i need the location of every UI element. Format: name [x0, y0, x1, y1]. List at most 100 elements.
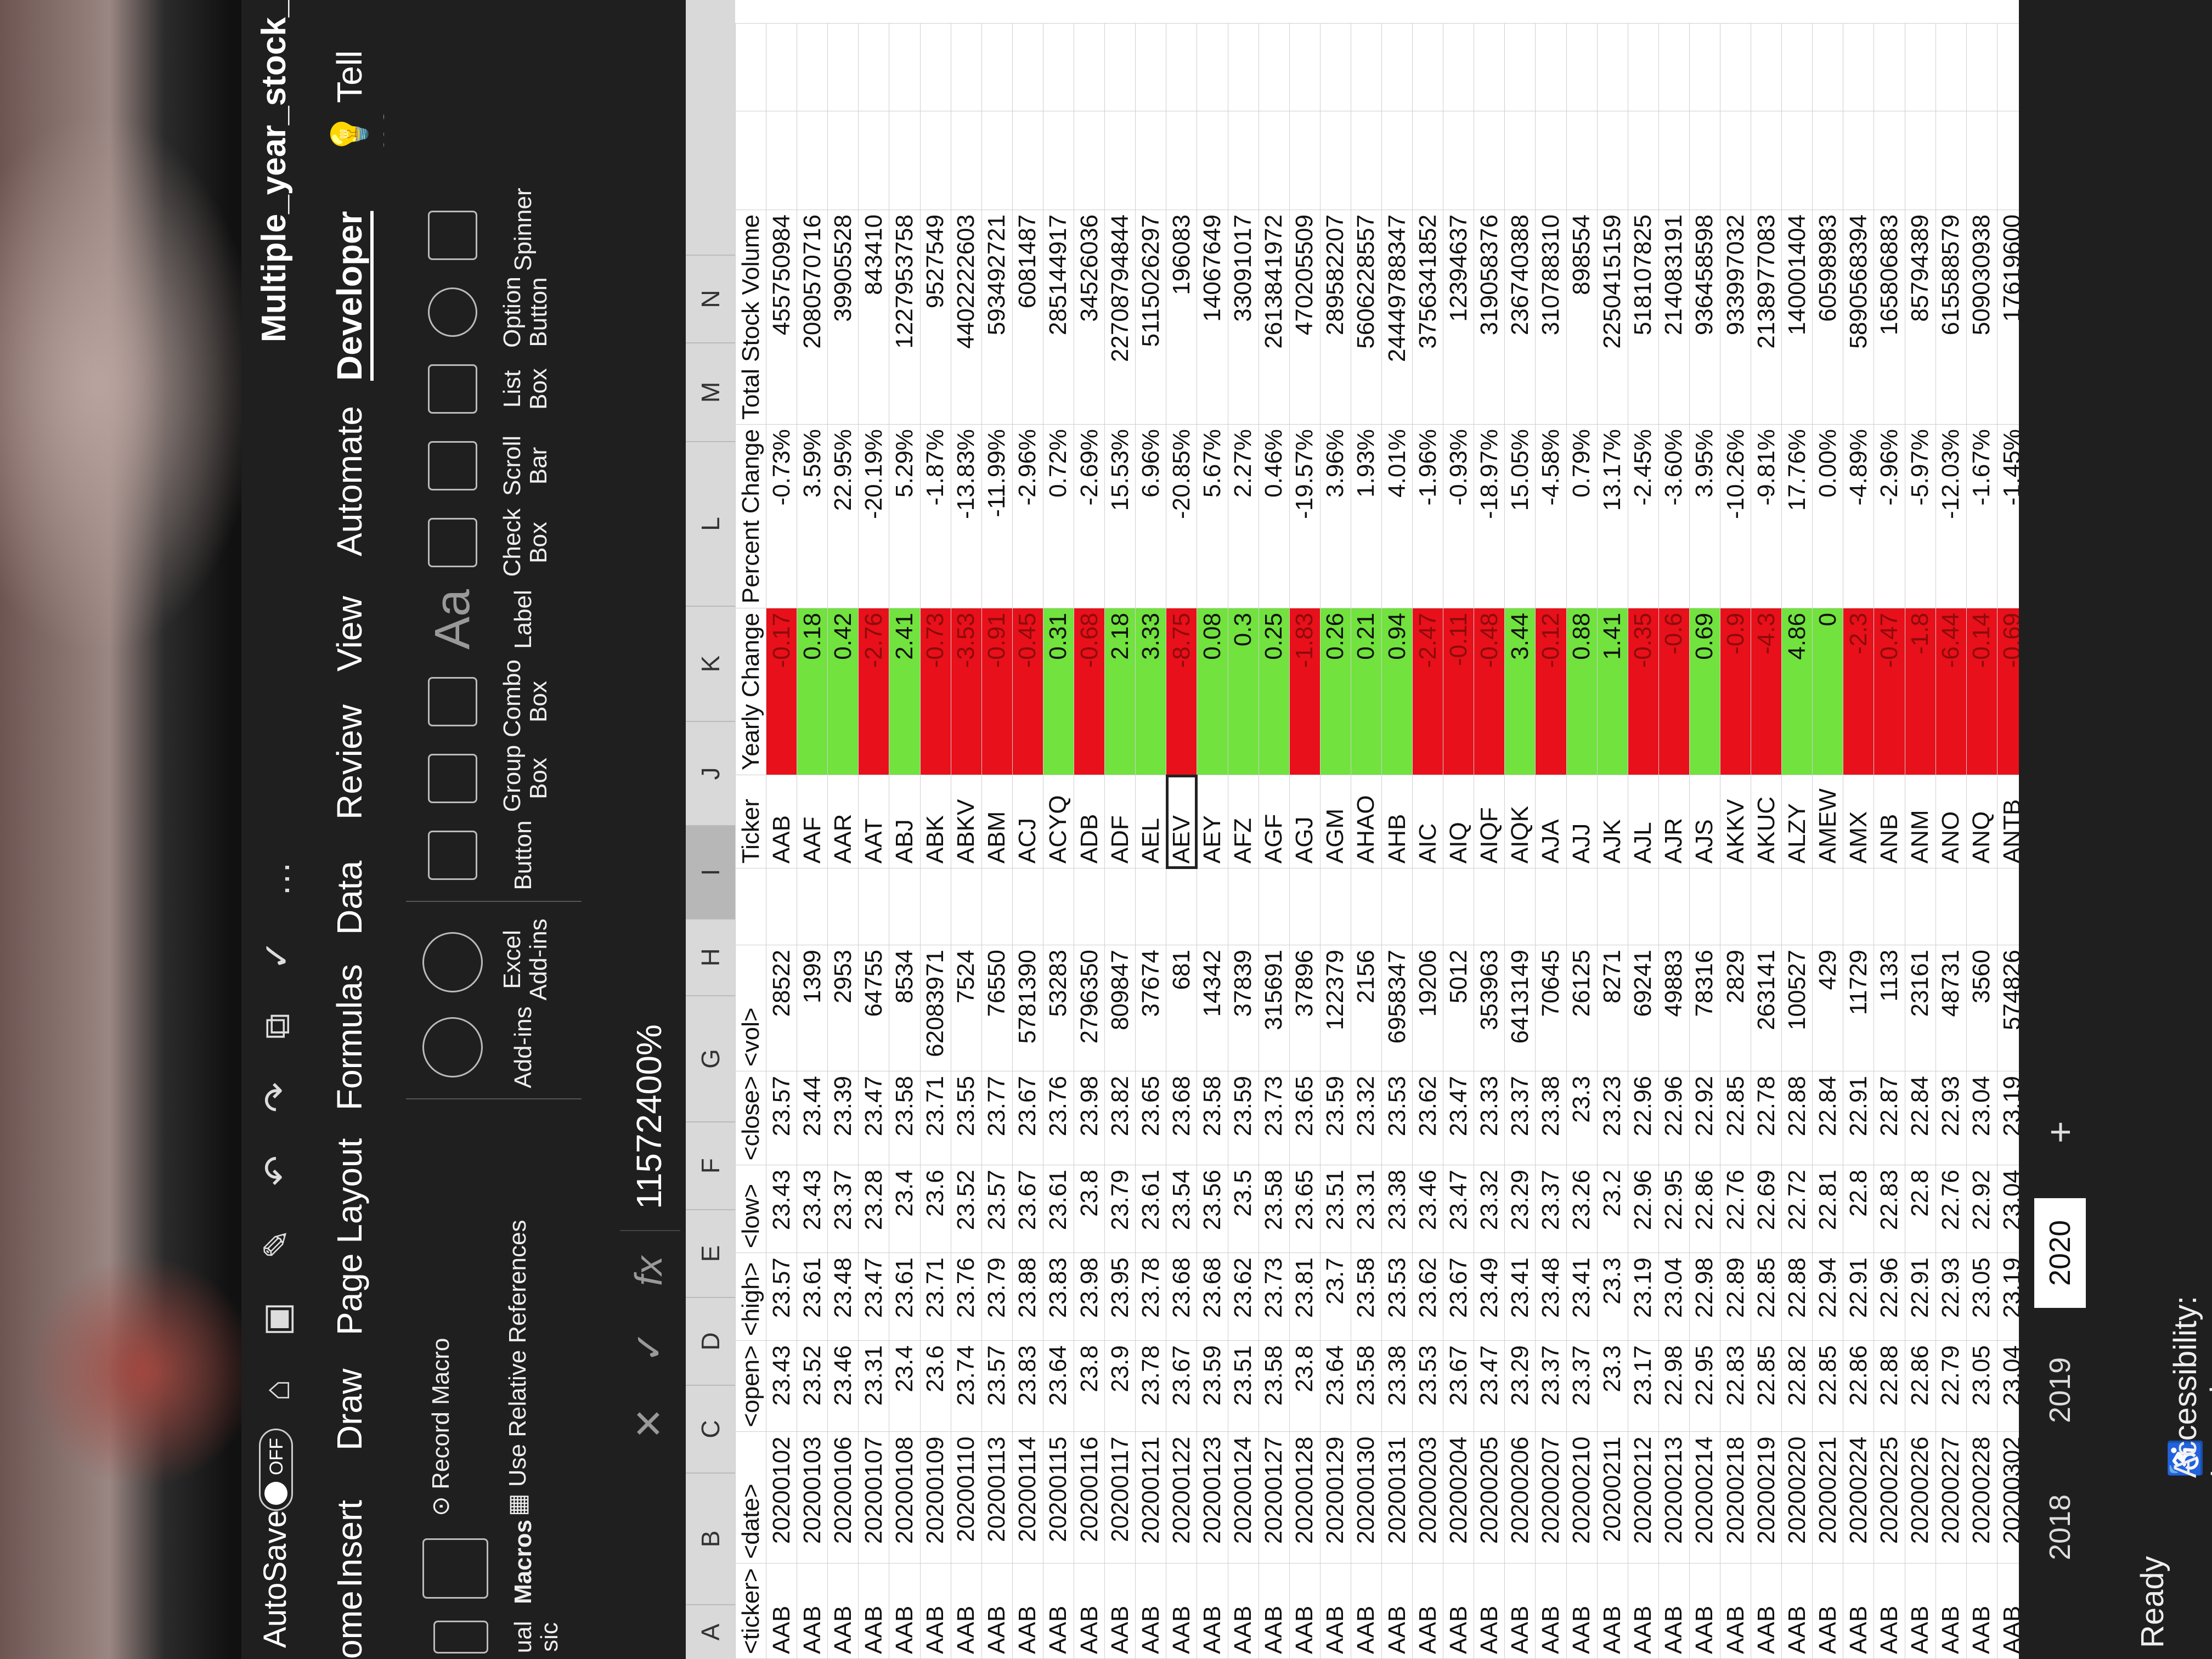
cell[interactable]	[920, 868, 951, 945]
cell[interactable]	[981, 111, 1013, 210]
cell[interactable]: -13.83%	[951, 424, 982, 608]
cell[interactable]	[1812, 111, 1843, 210]
cell[interactable]	[1504, 111, 1536, 210]
cell[interactable]: 2156	[1351, 945, 1382, 1071]
cell[interactable]: 23.29	[1504, 1165, 1536, 1253]
cell[interactable]: 1.41	[1597, 608, 1628, 775]
cell[interactable]: 2613841972	[1259, 210, 1290, 425]
cell[interactable]: 23.43	[797, 1165, 828, 1253]
cell[interactable]: 22.92	[1689, 1071, 1720, 1165]
cell[interactable]: 23.62	[1228, 1252, 1259, 1341]
cell[interactable]: 0.94	[1381, 608, 1413, 775]
scroll-bar-control[interactable]: Scroll Bar	[499, 430, 552, 501]
cell[interactable]: 48731	[1936, 945, 1967, 1071]
cell[interactable]: 23.32	[1474, 1165, 1505, 1253]
cell[interactable]	[1074, 868, 1105, 945]
cell[interactable]	[1012, 868, 1043, 945]
cell[interactable]: 933997032	[1720, 210, 1751, 425]
cell[interactable]	[1720, 868, 1751, 945]
cell[interactable]: 23.8	[1074, 1165, 1105, 1253]
cell[interactable]: 15.53%	[1104, 424, 1136, 608]
excel-add-ins-button[interactable]: Excel Add-ins	[499, 918, 552, 1001]
cell[interactable]: 23.47	[1443, 1165, 1474, 1253]
cell[interactable]: 23.53	[1412, 1340, 1443, 1432]
cell[interactable]: 23.79	[1104, 1165, 1136, 1253]
cell[interactable]	[1781, 111, 1813, 210]
column-header-g[interactable]: G	[686, 995, 735, 1121]
cell[interactable]	[1936, 23, 1967, 111]
cell[interactable]: 23.37	[1566, 1340, 1598, 1432]
cell[interactable]: AEL	[1135, 775, 1166, 868]
cell[interactable]: 809847	[1104, 945, 1136, 1071]
cell[interactable]: Yearly Change	[735, 608, 766, 775]
cell[interactable]: -4.58%	[1535, 424, 1567, 608]
cell[interactable]: AAB	[1320, 1563, 1351, 1659]
cell[interactable]: 6081487	[1012, 210, 1043, 425]
cell[interactable]: 23.58	[1197, 1071, 1228, 1165]
cell[interactable]: 23.71	[920, 1252, 951, 1341]
cell[interactable]: 20200113	[981, 1431, 1013, 1564]
cell[interactable]: 593492721	[981, 210, 1013, 425]
cell[interactable]: 5781390	[1012, 945, 1043, 1071]
cell[interactable]: 4.01%	[1381, 424, 1413, 608]
cell[interactable]: <low>	[735, 1165, 766, 1253]
cell[interactable]: 4.86	[1781, 608, 1813, 775]
cell[interactable]: 23.04	[1966, 1071, 1997, 1165]
cell[interactable]: 23.37	[1535, 1165, 1567, 1253]
cell[interactable]	[1535, 111, 1567, 210]
cell[interactable]: 23.62	[1412, 1252, 1443, 1341]
cell[interactable]: AAB	[1443, 1563, 1474, 1659]
cell[interactable]: 353963	[1474, 945, 1505, 1071]
cell[interactable]: 23.54	[1166, 1165, 1197, 1253]
cell[interactable]	[1997, 868, 2019, 945]
cell[interactable]: 22.86	[1689, 1165, 1720, 1253]
cell[interactable]: 20200218	[1720, 1431, 1751, 1564]
cell[interactable]: 20200129	[1320, 1431, 1351, 1564]
cell[interactable]: 518107825	[1628, 210, 1659, 425]
cell[interactable]	[1781, 23, 1813, 111]
cell[interactable]: AAB	[1412, 1563, 1443, 1659]
cell[interactable]: AAB	[1289, 1563, 1321, 1659]
cell[interactable]: 20200115	[1043, 1431, 1074, 1564]
cell[interactable]: AAB	[920, 1563, 951, 1659]
cell[interactable]: 5606228557	[1351, 210, 1382, 425]
cell[interactable]	[1166, 868, 1197, 945]
cell[interactable]	[1905, 111, 1936, 210]
cell[interactable]: ANB	[1874, 775, 1905, 868]
cell[interactable]	[1812, 23, 1843, 111]
cell[interactable]: AAB	[766, 775, 797, 868]
cell[interactable]	[1751, 111, 1782, 210]
cell[interactable]: 23.83	[1043, 1252, 1074, 1341]
cell[interactable]: 3.95%	[1689, 424, 1720, 608]
cell[interactable]: AFZ	[1228, 775, 1259, 868]
cell[interactable]: 22.72	[1781, 1165, 1813, 1253]
cell[interactable]	[1104, 23, 1136, 111]
cell[interactable]	[1289, 23, 1321, 111]
cell[interactable]: 9527549	[920, 210, 951, 425]
cell[interactable]: 20200227	[1936, 1431, 1967, 1564]
cell[interactable]: 22.96	[1628, 1071, 1659, 1165]
cell[interactable]: 20200110	[951, 1431, 982, 1564]
cell[interactable]: 0.46%	[1259, 424, 1290, 608]
cell[interactable]: 20200124	[1228, 1431, 1259, 1564]
cell[interactable]: 196083	[1166, 210, 1197, 425]
cell[interactable]: 23.8	[1074, 1340, 1105, 1432]
cell[interactable]: 23.73	[1259, 1071, 1290, 1165]
cell[interactable]: 23.65	[1135, 1071, 1166, 1165]
add-ins-button[interactable]: Add-ins	[510, 1006, 537, 1088]
cell[interactable]: 37839	[1228, 945, 1259, 1071]
tab-insert[interactable]: Insert	[329, 1500, 370, 1588]
cell[interactable]: 22.93	[1936, 1252, 1967, 1341]
cell[interactable]: 23.58	[1351, 1340, 1382, 1432]
cell[interactable]: -0.17	[766, 608, 797, 775]
cell[interactable]: 23.59	[1197, 1340, 1228, 1432]
cell[interactable]: 23.71	[920, 1071, 951, 1165]
cell[interactable]: 3756341852	[1412, 210, 1443, 425]
cell[interactable]: AJK	[1597, 775, 1628, 868]
cell[interactable]	[858, 111, 889, 210]
tab-data[interactable]: Data	[329, 861, 370, 935]
cell[interactable]: 22.69	[1751, 1165, 1782, 1253]
cell[interactable]	[889, 868, 921, 945]
cell[interactable]	[797, 23, 828, 111]
quick-access-toolbar[interactable]: ⌂ ▣ ✎ ↶ ↷ ⧉ ✓ …	[256, 844, 299, 1401]
